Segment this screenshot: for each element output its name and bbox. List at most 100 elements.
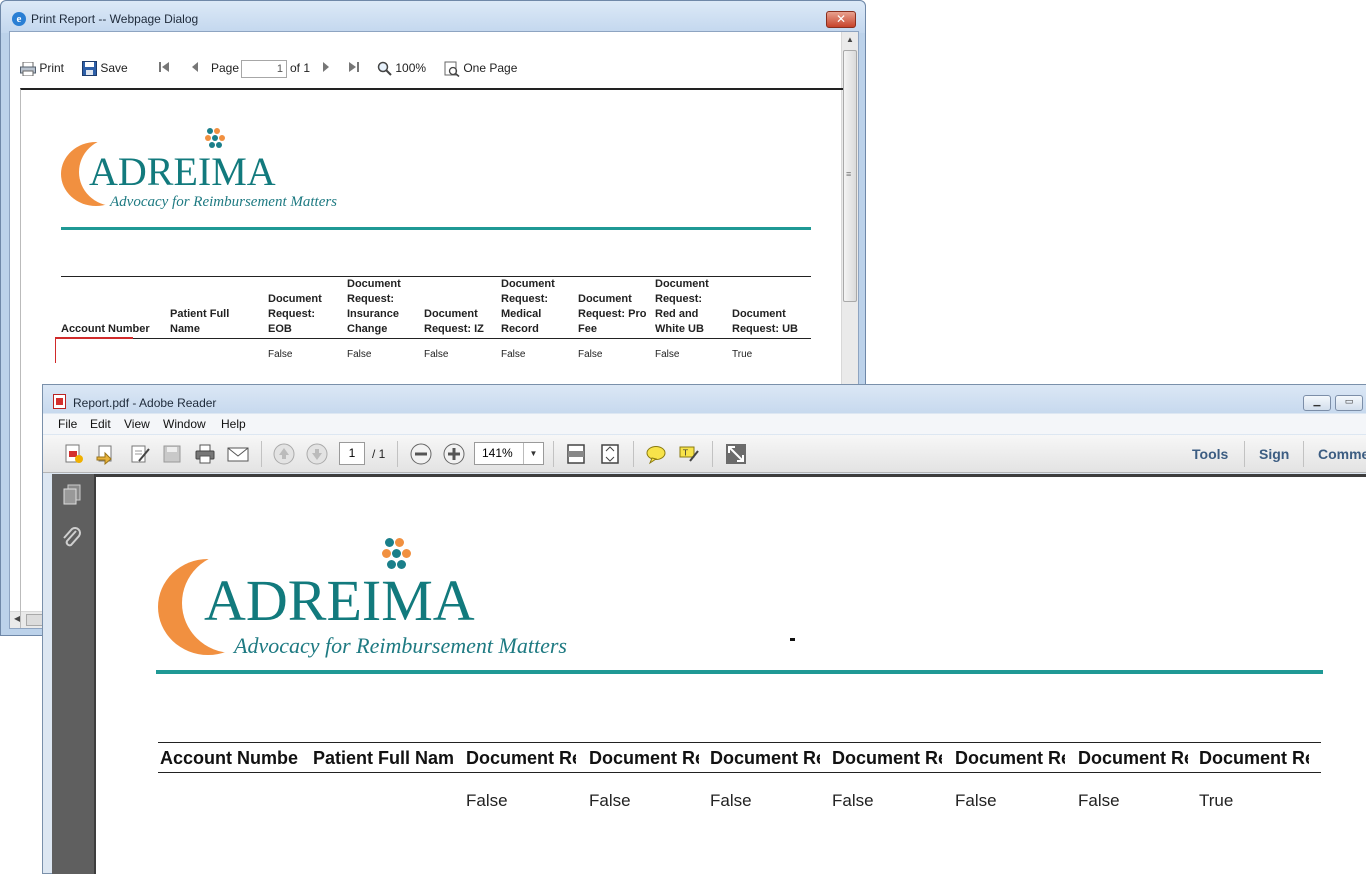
document-view: ADREIMA Advocacy for Reimbursement Matte… [96, 474, 1366, 874]
column-header: Document Request: UB [732, 308, 799, 335]
zoom-select[interactable]: 141% ▼ [474, 442, 544, 465]
column-header: Document Request: Insurance Change [347, 278, 401, 335]
table-cell: False [466, 791, 508, 810]
comment-button[interactable]: Comme [1318, 446, 1366, 462]
adreima-logo-large: ADREIMA Advocacy for Reimbursement Matte… [158, 535, 598, 665]
column-header: Document Request: Red and White UB [655, 278, 709, 335]
menu-help[interactable]: Help [221, 417, 246, 431]
column-header: Document Request: IZ [424, 308, 484, 335]
reader-titlebar[interactable]: Report.pdf - Adobe Reader ▁ ▭ [43, 385, 1366, 413]
table-cell: True [1199, 791, 1234, 810]
logo-dots-icon [205, 128, 225, 150]
page-label: Page [211, 61, 240, 75]
print-button[interactable]: Print [20, 61, 64, 76]
scroll-up-icon[interactable]: ▲ [846, 35, 854, 44]
fit-page-icon[interactable] [565, 443, 587, 465]
column-header: Document Re [832, 748, 942, 768]
logo-tagline: Advocacy for Reimbursement Matters [234, 633, 567, 658]
column-header: Document Re [1199, 748, 1309, 768]
zoom-in-icon[interactable] [443, 443, 465, 465]
column-header: Account Numbe [160, 748, 299, 768]
next-page-down-icon[interactable] [306, 443, 328, 465]
dialog-titlebar[interactable]: e Print Report -- Webpage Dialog ✕ [1, 1, 865, 33]
open-file-icon[interactable] [95, 443, 117, 465]
menu-file[interactable]: File [58, 417, 77, 431]
column-header: Patient Full Nam [313, 748, 453, 768]
edit-document-icon[interactable] [129, 443, 151, 465]
comment-icon[interactable] [645, 443, 667, 465]
zoom-label: 100% [395, 61, 427, 75]
printer-icon [20, 61, 36, 76]
adobe-reader-window: Report.pdf - Adobe Reader ▁ ▭ File Edit … [42, 384, 1366, 874]
first-page-icon[interactable] [158, 61, 170, 76]
column-header: Document Request: EOB [268, 293, 322, 335]
logo-brand: ADREIMA [204, 568, 475, 633]
email-icon[interactable] [227, 443, 249, 465]
table-cell: False [268, 349, 293, 360]
tools-button[interactable]: Tools [1192, 446, 1228, 462]
sign-button[interactable]: Sign [1259, 446, 1289, 462]
menu-view[interactable]: View [124, 417, 150, 431]
svg-text:T: T [682, 449, 688, 458]
navigation-pane [52, 474, 96, 874]
one-page-button[interactable]: One Page [444, 61, 517, 77]
minimize-button[interactable]: ▁ [1303, 395, 1331, 411]
previous-page-up-icon[interactable] [273, 443, 295, 465]
save-button[interactable]: Save [82, 61, 128, 77]
pdf-file-icon [53, 394, 66, 409]
column-header: Document Re [955, 748, 1065, 768]
header-rule [156, 670, 1323, 674]
maximize-button[interactable]: ▭ [1335, 395, 1363, 411]
table-cell: False [832, 791, 874, 810]
chevron-down-icon[interactable]: ▼ [523, 443, 543, 464]
column-header: Document Re [710, 748, 820, 768]
table-cell: False [589, 791, 631, 810]
page-zoom-icon [444, 61, 460, 77]
save-label: Save [100, 61, 128, 75]
table-cell: False [955, 791, 997, 810]
table-cell: False [347, 349, 372, 360]
table-cell: True [732, 349, 753, 360]
ie-icon: e [12, 12, 26, 26]
header-rule [61, 227, 811, 230]
previous-page-icon[interactable] [190, 61, 200, 76]
page-count-label: of 1 [290, 61, 311, 75]
fit-width-icon[interactable] [599, 443, 621, 465]
column-header: Document Re [466, 748, 576, 768]
zoom-button[interactable]: 100% [377, 61, 427, 77]
print-label: Print [39, 61, 65, 75]
last-page-icon[interactable] [348, 61, 360, 76]
page-total-label: / 1 [372, 447, 386, 461]
selection-marker [55, 337, 133, 339]
page-number-field[interactable]: 1 [339, 442, 365, 465]
column-header: Document Re [589, 748, 699, 768]
zoom-value: 141% [482, 446, 513, 460]
page-number-input[interactable]: 1 [241, 60, 287, 78]
column-header: Document Request: Medical Record [501, 278, 555, 335]
column-header: Patient Full Name [170, 308, 230, 335]
pages-panel-icon[interactable] [62, 484, 82, 506]
column-header: Account Number [61, 323, 150, 335]
attachment-paperclip-icon[interactable] [60, 526, 84, 550]
reader-title: Report.pdf - Adobe Reader [73, 396, 217, 410]
table-cell: False [578, 349, 603, 360]
dialog-close-button[interactable]: ✕ [826, 11, 856, 28]
menu-edit[interactable]: Edit [90, 417, 111, 431]
full-screen-icon[interactable] [725, 443, 747, 465]
reader-toolbar: 1 / 1 141% ▼ T Tools Sign Comme [43, 435, 1366, 473]
table-cell: False [710, 791, 752, 810]
zoom-out-icon[interactable] [410, 443, 432, 465]
next-page-icon[interactable] [321, 61, 331, 76]
save-disk-icon[interactable] [161, 443, 183, 465]
menu-window[interactable]: Window [163, 417, 206, 431]
table-cell: False [424, 349, 449, 360]
print-icon[interactable] [194, 443, 216, 465]
column-header: Document Re [1078, 748, 1188, 768]
create-pdf-icon[interactable] [63, 443, 85, 465]
dialog-title: Print Report -- Webpage Dialog [31, 12, 199, 26]
table-cell: False [655, 349, 680, 360]
highlight-text-icon[interactable]: T [678, 443, 700, 465]
magnifier-icon [377, 62, 392, 77]
table-cell: False [1078, 791, 1120, 810]
menu-bar: File Edit View Window Help [43, 414, 1366, 434]
